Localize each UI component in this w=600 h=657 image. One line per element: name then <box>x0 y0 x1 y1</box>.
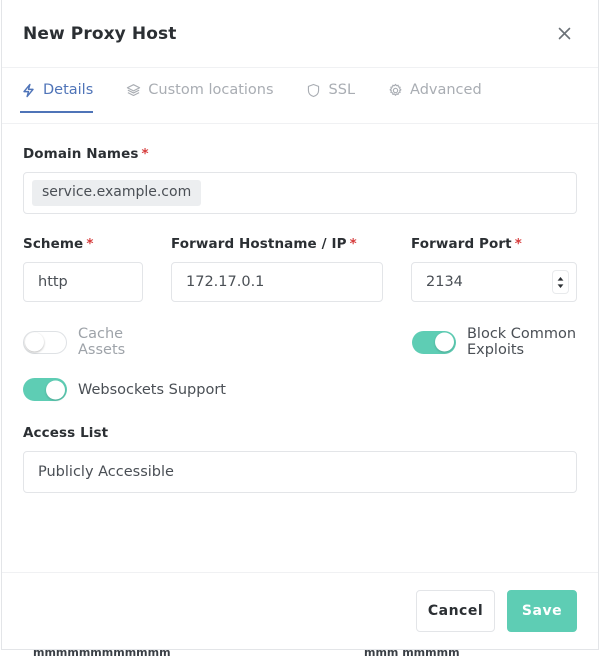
tab-advanced[interactable]: Advanced <box>387 68 492 112</box>
block-common-exploits-switch[interactable] <box>411 330 456 354</box>
domain-names-label: Domain Names * <box>23 146 577 162</box>
access-list-value: Publicly Accessible <box>38 464 174 480</box>
zap-icon <box>20 82 36 98</box>
background-page-sliver: mmmmmmmmmmmm mmm mmmmm <box>0 650 600 657</box>
forward-port-input[interactable]: 2134 <box>411 262 577 302</box>
switch-knob <box>434 332 454 352</box>
toggle-row-two: Websockets Support <box>23 378 577 401</box>
modal-body: Domain Names * service.example.com Scheme… <box>2 124 598 572</box>
access-list-select[interactable]: Publicly Accessible <box>23 451 577 493</box>
close-icon[interactable] <box>551 21 577 47</box>
scheme-label-text: Scheme <box>23 236 84 252</box>
forward-hostname-label-text: Forward Hostname / IP <box>171 236 347 252</box>
cache-assets-toggle[interactable]: Cache Assets <box>23 326 134 358</box>
domain-name-tag[interactable]: service.example.com <box>32 180 202 206</box>
required-asterisk: * <box>141 146 149 162</box>
cache-assets-switch[interactable] <box>23 330 67 354</box>
scheme-value: http <box>38 274 68 290</box>
modal-footer: Cancel Save <box>2 572 598 649</box>
gear-icon <box>387 82 403 98</box>
tab-bar: Details Custom locations SSL Advanced <box>2 68 598 124</box>
forward-port-value: 2134 <box>426 274 463 290</box>
forward-port-label: Forward Port * <box>411 236 577 252</box>
tab-ssl-label: SSL <box>328 82 356 98</box>
switch-knob <box>25 332 44 352</box>
cancel-button[interactable]: Cancel <box>416 590 495 632</box>
access-list-label-text: Access List <box>23 425 109 441</box>
websockets-support-switch[interactable] <box>23 378 67 401</box>
domain-names-input[interactable]: service.example.com <box>23 172 577 214</box>
forward-port-field-group: Forward Port * 2134 <box>411 236 577 302</box>
block-common-exploits-toggle[interactable]: Block Common Exploits <box>411 326 577 358</box>
websockets-support-label: Websockets Support <box>78 381 226 398</box>
modal-header: New Proxy Host <box>2 0 598 68</box>
shield-icon <box>306 82 322 98</box>
forward-hostname-input[interactable]: 172.17.0.1 <box>171 262 383 302</box>
tab-ssl[interactable]: SSL <box>306 68 366 112</box>
new-proxy-host-modal: New Proxy Host Details Custom locations … <box>1 0 599 650</box>
save-button[interactable]: Save <box>507 590 577 632</box>
forward-port-label-text: Forward Port <box>411 236 512 252</box>
tab-details-label: Details <box>43 82 94 98</box>
block-common-exploits-label: Block Common Exploits <box>466 326 577 358</box>
cache-assets-label: Cache Assets <box>78 326 126 358</box>
toggle-row-one: Cache Assets Block Common Exploits <box>23 326 577 358</box>
switch-knob <box>46 380 65 399</box>
required-asterisk: * <box>86 236 94 252</box>
quantity-stepper[interactable] <box>553 271 568 293</box>
tab-advanced-label: Advanced <box>410 82 482 98</box>
websockets-support-toggle[interactable]: Websockets Support <box>23 378 226 401</box>
access-list-label: Access List <box>23 425 577 441</box>
required-asterisk: * <box>514 236 522 252</box>
layers-icon <box>125 82 141 98</box>
page-title: New Proxy Host <box>23 23 177 44</box>
tab-custom-locations-label: Custom locations <box>148 82 274 98</box>
scheme-select[interactable]: http <box>23 262 143 302</box>
forward-hostname-field-group: Forward Hostname / IP * 172.17.0.1 <box>171 236 383 302</box>
background-text-left: mmmmmmmmmmmm <box>33 650 171 657</box>
scheme-field-group: Scheme * http <box>23 236 143 302</box>
tab-custom-locations[interactable]: Custom locations <box>125 68 283 112</box>
background-text-right: mmm mmmmm <box>364 650 460 657</box>
required-asterisk: * <box>349 236 357 252</box>
tab-details[interactable]: Details <box>20 68 103 113</box>
domain-names-label-text: Domain Names <box>23 146 139 162</box>
forward-hostname-value: 172.17.0.1 <box>186 274 265 290</box>
scheme-label: Scheme * <box>23 236 143 252</box>
forward-hostname-label: Forward Hostname / IP * <box>171 236 383 252</box>
forward-settings-row: Scheme * http Forward Hostname / IP * 172.… <box>23 236 577 302</box>
